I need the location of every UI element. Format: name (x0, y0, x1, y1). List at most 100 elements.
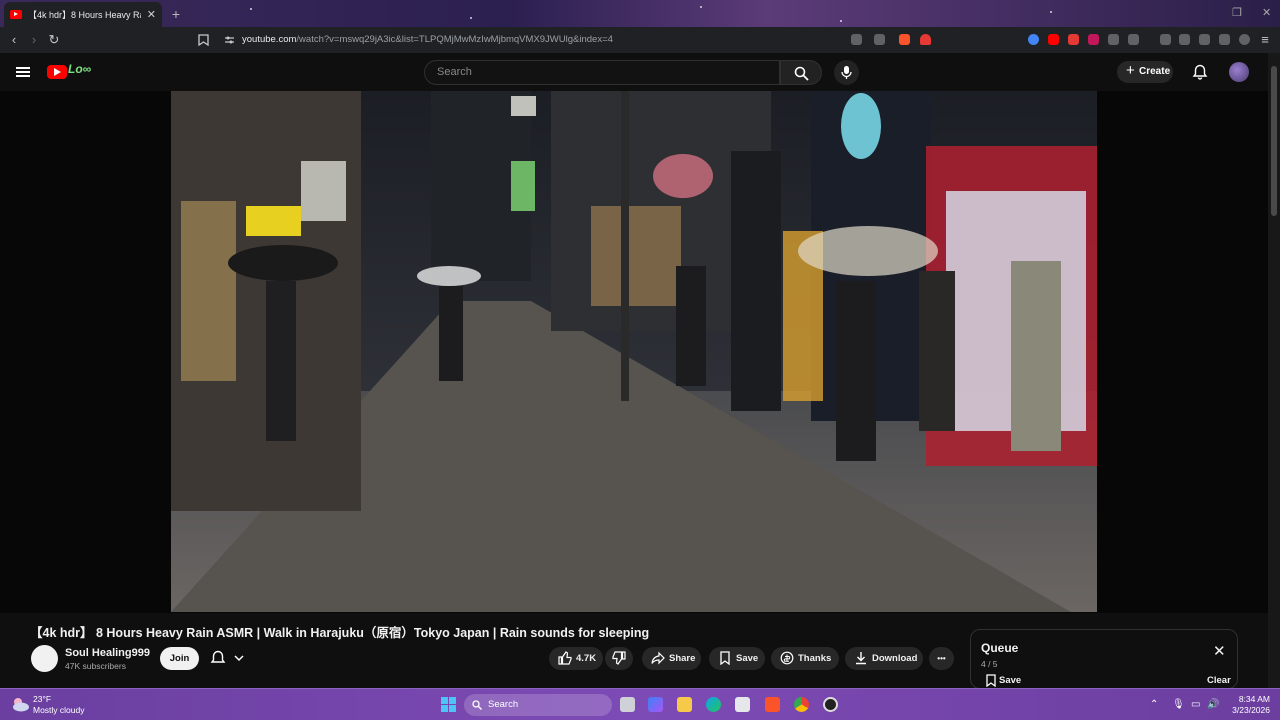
share-page-icon[interactable] (874, 34, 885, 45)
url-domain: youtube.com (242, 34, 297, 45)
queue-save-icon[interactable] (985, 674, 997, 687)
queue-close-icon[interactable]: ✕ (1213, 644, 1226, 659)
taskbar-search[interactable]: Search (464, 694, 612, 716)
leo-ai-icon[interactable] (1219, 34, 1230, 45)
reload-icon[interactable]: ↻ (46, 32, 62, 48)
show-hidden-icons[interactable]: ⌃ (1150, 699, 1158, 710)
site-settings-icon[interactable] (224, 35, 235, 45)
microphone-tray-icon[interactable]: 🎙 (1172, 699, 1185, 710)
download-button[interactable]: Download (845, 647, 923, 670)
save-button[interactable]: Save (709, 647, 765, 670)
dislike-button[interactable] (605, 647, 633, 670)
extensions-puzzle-icon[interactable] (1108, 34, 1119, 45)
address-bar[interactable]: youtube.com/watch?v=mswq29jA3ic&list=TLP… (242, 34, 613, 45)
wallet-icon[interactable] (1199, 34, 1210, 45)
download-icon (856, 652, 866, 665)
weather-condition: Mostly cloudy (33, 705, 85, 715)
notifications-bell-icon[interactable] (1192, 64, 1208, 80)
voice-search-button[interactable] (834, 60, 859, 85)
brave-browser-icon[interactable] (765, 697, 780, 712)
bell-icon (210, 650, 226, 663)
like-button[interactable]: 4.7K (549, 647, 603, 670)
clock-time[interactable]: 8:34 AM (1226, 694, 1270, 704)
video-frame-image (171, 91, 1097, 612)
background-star (250, 8, 252, 10)
back-arrow-icon[interactable]: ‹ (6, 32, 22, 48)
thumbs-up-icon (558, 651, 572, 665)
extension-youtube-icon[interactable] (1048, 34, 1059, 45)
browser-tab-strip: 【4k hdr】8 Hours Heavy Rain ✕ + ❐ ✕ (0, 0, 1280, 27)
youtube-doodle-logo[interactable]: Lo∞ (68, 62, 108, 82)
youtube-logo-icon[interactable] (47, 65, 67, 79)
clock-date[interactable]: 3/23/2026 (1222, 705, 1270, 715)
youtube-favicon-icon (10, 10, 22, 19)
weather-cloud-icon[interactable] (10, 694, 30, 714)
more-actions-button[interactable]: ••• (929, 647, 954, 670)
queue-clear-button[interactable]: Clear (1207, 675, 1231, 686)
network-icon[interactable]: ▭ (1191, 699, 1200, 710)
microsoft-store-icon[interactable] (735, 697, 750, 712)
start-button[interactable] (441, 697, 456, 712)
extension-icon[interactable] (1068, 34, 1079, 45)
thumbs-down-icon (612, 651, 626, 665)
task-view-icon[interactable] (620, 697, 635, 712)
edge-browser-icon[interactable] (706, 697, 721, 712)
weather-temperature: 23°F (33, 694, 52, 704)
browser-tab-active[interactable]: 【4k hdr】8 Hours Heavy Rain ✕ (4, 2, 162, 27)
sidebar-icon[interactable] (1179, 34, 1190, 45)
subscriber-count: 47K subscribers (65, 661, 126, 671)
queue-panel: Queue 4 / 5 ✕ Save Clear (970, 629, 1238, 689)
thanks-button[interactable]: Thanks (771, 647, 839, 670)
vpn-icon[interactable] (1239, 34, 1250, 45)
share-icon (651, 651, 665, 665)
channel-avatar[interactable] (31, 645, 58, 672)
tab-close-icon[interactable]: ✕ (147, 8, 156, 21)
forward-arrow-icon[interactable]: › (26, 32, 42, 48)
microphone-icon (841, 66, 852, 79)
copilot-icon[interactable] (648, 697, 663, 712)
channel-name[interactable]: Soul Healing999 (65, 647, 150, 659)
url-path: /watch?v=mswq29jA3ic&list=TLPQMjMwMzIwMj… (296, 34, 613, 45)
extension-icon[interactable] (1128, 34, 1139, 45)
chrome-browser-icon[interactable] (794, 697, 809, 712)
video-frame[interactable] (171, 91, 1097, 612)
join-button[interactable]: Join (160, 647, 199, 670)
account-avatar[interactable] (1229, 62, 1249, 82)
share-button[interactable]: Share (642, 647, 701, 670)
obs-studio-icon[interactable] (823, 697, 838, 712)
bookmark-icon[interactable] (198, 34, 209, 46)
search-button[interactable] (780, 60, 822, 85)
hamburger-menu-icon[interactable] (16, 67, 30, 77)
tab-title: 【4k hdr】8 Hours Heavy Rain (28, 10, 141, 20)
extension-icon[interactable] (1028, 34, 1039, 45)
cast-icon[interactable] (851, 34, 862, 45)
background-star (470, 17, 472, 19)
extension-icon[interactable] (1088, 34, 1099, 45)
download-label: Download (872, 653, 918, 664)
search-input[interactable]: Search (424, 60, 780, 85)
create-button[interactable]: Create (1117, 60, 1173, 83)
share-label: Share (669, 653, 696, 664)
super-thanks-icon (780, 651, 794, 665)
subscribe-notifications-button[interactable] (210, 650, 246, 667)
chevron-down-icon (234, 655, 244, 662)
browser-menu-icon[interactable]: ≡ (1257, 32, 1273, 48)
file-explorer-icon[interactable] (677, 697, 692, 712)
restore-window-icon[interactable]: ❐ (1232, 6, 1242, 19)
like-count: 4.7K (576, 653, 597, 664)
brave-rewards-icon[interactable] (920, 34, 931, 45)
browser-toolbar: ‹ › ↻ youtube.com/watch?v=mswq29jA3ic&li… (0, 27, 1280, 53)
queue-save-button[interactable]: Save (999, 675, 1021, 686)
taskbar-search-label: Search (488, 699, 519, 710)
search-icon (794, 66, 809, 81)
queue-position: 4 / 5 (981, 659, 998, 669)
queue-title: Queue (981, 641, 1019, 655)
new-tab-button[interactable]: + (168, 6, 184, 22)
volume-icon[interactable]: 🔊 (1207, 699, 1219, 710)
brave-shield-icon[interactable] (899, 34, 910, 45)
media-controls-icon[interactable] (1160, 34, 1171, 45)
background-star (700, 6, 702, 8)
close-window-icon[interactable]: ✕ (1262, 6, 1271, 19)
scrollbar-thumb[interactable] (1271, 66, 1277, 216)
taskbar-search-icon (472, 700, 482, 710)
